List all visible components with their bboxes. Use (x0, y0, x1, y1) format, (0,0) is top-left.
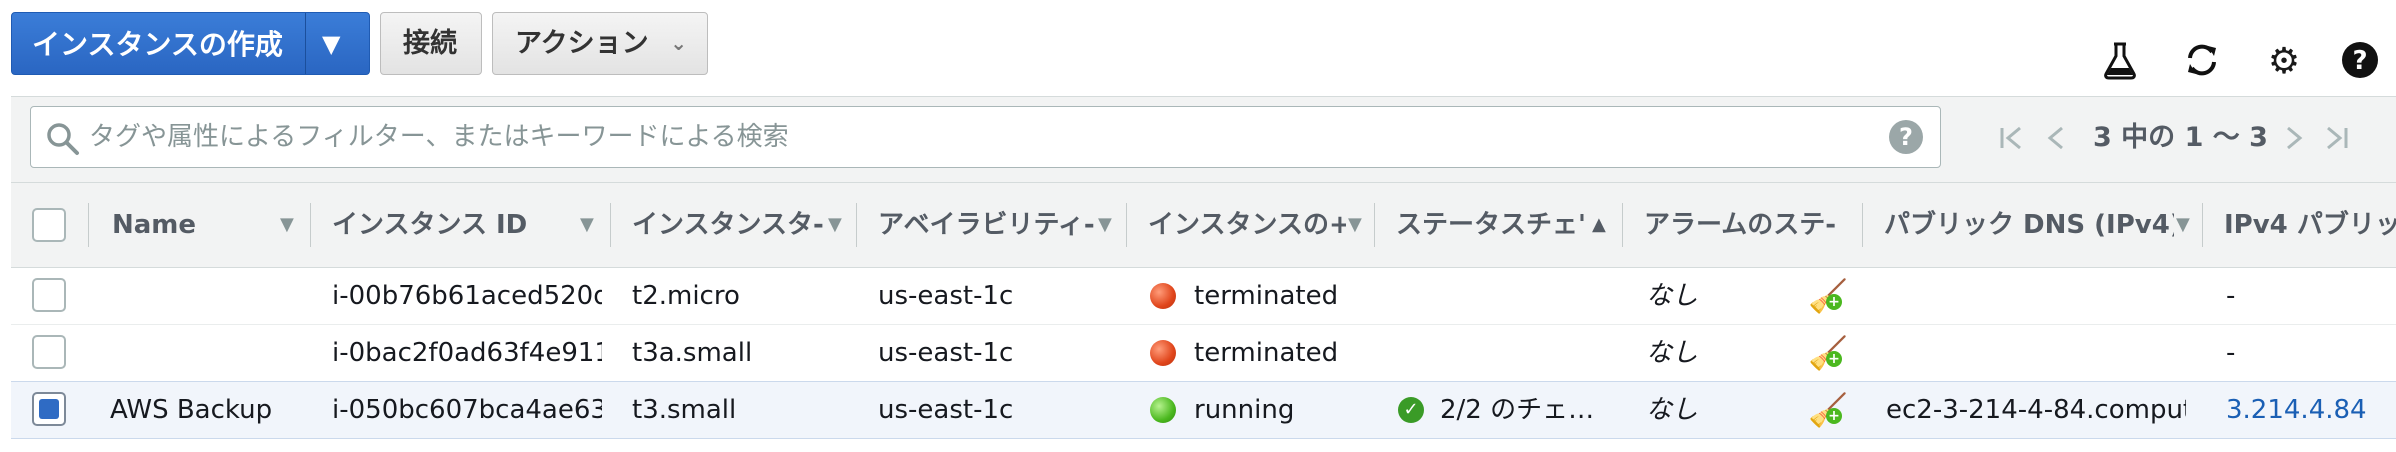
actions-button[interactable]: アクション ⌄ (492, 12, 708, 75)
flask-icon[interactable] (2098, 40, 2142, 84)
cell-instance-state: terminated (1194, 338, 1339, 368)
refresh-icon[interactable] (2180, 40, 2224, 84)
cell-status-check[interactable]: 2/2 のチェ… (1440, 382, 1616, 438)
alarm-broom-icon[interactable]: 🧹+ (1808, 325, 1848, 381)
column-header-availability-zone[interactable]: アベイラビリティ- (878, 182, 1102, 268)
alarm-broom-icon[interactable]: 🧹+ (1808, 382, 1848, 438)
status-check-ok-icon: ✓ (1398, 397, 1424, 423)
cell-alarm-status: なし (1646, 395, 1699, 425)
next-page-icon[interactable] (2282, 118, 2306, 167)
column-divider[interactable] (1862, 203, 1863, 247)
column-header-status-check[interactable]: ステータスチェ' (1396, 182, 1584, 268)
gear-icon[interactable]: ⚙ (2262, 40, 2306, 84)
chevron-down-icon[interactable]: ▼ (322, 13, 340, 76)
cell-instance-id: i-0bac2f0ad63f4e911 (332, 338, 602, 368)
column-divider[interactable] (856, 203, 857, 247)
cell-name (110, 325, 300, 381)
search-icon (45, 121, 81, 161)
cell-public-dns: ec2-3-214-4-84.comput… (1886, 395, 2186, 425)
column-divider[interactable] (2202, 203, 2203, 247)
cell-instance-state: terminated (1194, 281, 1339, 311)
row-checkbox[interactable] (32, 335, 66, 369)
column-header-name[interactable]: Name (112, 182, 272, 268)
sort-caret-icon[interactable]: ▼ (2176, 182, 2190, 268)
cell-name: AWS Backup (110, 395, 273, 425)
button-divider (305, 13, 306, 74)
cell-availability-zone: us-east-1c (878, 338, 1014, 368)
search-placeholder: タグや属性によるフィルター、またはキーワードによる検索 (89, 122, 789, 152)
cell-availability-zone: us-east-1c (878, 281, 1014, 311)
cell-instance-type: t3a.small (632, 338, 753, 368)
sort-caret-icon[interactable]: ▼ (580, 182, 594, 268)
cell-alarm-status: なし (1646, 281, 1699, 311)
cell-alarm-status: なし (1646, 338, 1699, 368)
connect-button[interactable]: 接続 (380, 12, 482, 75)
svg-text:?: ? (2352, 46, 2367, 76)
sort-caret-icon[interactable]: ▼ (280, 182, 294, 268)
column-divider[interactable] (310, 203, 311, 247)
sort-caret-icon[interactable]: ▼ (1098, 182, 1112, 268)
row-checkbox-checked[interactable] (32, 392, 66, 426)
cell-instance-id: i-00b76b61aced520da (332, 281, 602, 311)
chevron-down-icon: ⌄ (670, 31, 687, 55)
column-header-alarm-status[interactable]: アラームのステ- (1644, 182, 1854, 268)
cell-ipv4-public: - (2226, 281, 2236, 311)
column-header-public-dns[interactable]: パブリック DNS (IPv4) (1884, 182, 2174, 268)
column-divider[interactable] (1622, 203, 1623, 247)
pagination-status: 3 中の 1 ～ 3 (2093, 122, 2268, 153)
cell-name (110, 268, 300, 324)
row-checkbox[interactable] (32, 278, 66, 312)
actions-label: アクション (515, 28, 649, 59)
sort-caret-icon[interactable]: ▼ (828, 182, 842, 268)
column-header-ipv4-public[interactable]: IPv4 パブリッ (2224, 182, 2396, 268)
column-divider[interactable] (610, 203, 611, 247)
filter-help-icon[interactable]: ? (1889, 120, 1923, 154)
help-icon[interactable]: ? (2338, 40, 2382, 84)
first-page-icon[interactable] (1996, 118, 2026, 167)
alarm-broom-icon[interactable]: 🧹+ (1808, 268, 1848, 324)
sort-caret-icon[interactable]: ▼ (1348, 182, 1362, 268)
column-divider[interactable] (1126, 203, 1127, 247)
cell-instance-type: t3.small (632, 395, 737, 425)
running-status-icon (1150, 397, 1176, 423)
terminated-status-icon (1150, 340, 1176, 366)
create-instance-button[interactable]: インスタンスの作成 ▼ (11, 12, 370, 75)
last-page-icon[interactable] (2322, 118, 2352, 167)
cell-instance-state: running (1194, 395, 1295, 425)
cell-availability-zone: us-east-1c (878, 395, 1014, 425)
prev-page-icon[interactable] (2044, 118, 2068, 167)
terminated-status-icon (1150, 283, 1176, 309)
column-header-instance-state[interactable]: インスタンスの+ (1148, 182, 1346, 268)
cell-instance-type: t2.micro (632, 281, 740, 311)
cell-instance-id: i-050bc607bca4ae63e (332, 395, 602, 425)
column-header-instance-id[interactable]: インスタンス ID (332, 182, 562, 268)
search-input[interactable]: タグや属性によるフィルター、またはキーワードによる検索 ? (30, 106, 1941, 168)
cell-ipv4-public-link[interactable]: 3.214.4.84 (2226, 382, 2386, 438)
cell-ipv4-public: - (2226, 338, 2236, 368)
column-divider (88, 203, 89, 247)
column-divider[interactable] (1374, 203, 1375, 247)
select-all-checkbox[interactable] (32, 208, 66, 242)
create-instance-label: インスタンスの作成 (32, 28, 283, 61)
connect-label: 接続 (403, 28, 457, 59)
column-header-instance-type[interactable]: インスタンスタ- (632, 182, 830, 268)
sort-asc-caret-icon[interactable]: ▲ (1592, 182, 1606, 268)
